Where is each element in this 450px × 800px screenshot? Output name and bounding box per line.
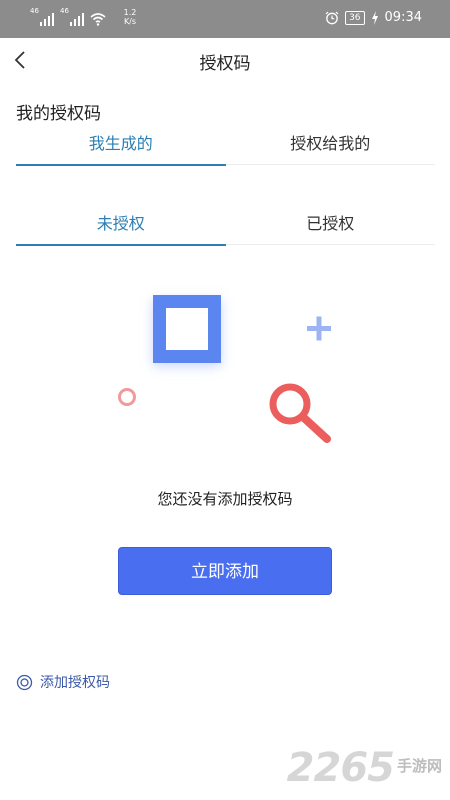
add-code-link-label: 添加授权码 <box>40 675 110 691</box>
app-header: 授权码 <box>0 38 450 82</box>
tab-unauthorized[interactable]: 未授权 <box>16 205 226 246</box>
add-code-link[interactable]: 添加授权码 <box>16 672 110 692</box>
watermark-number: 2265 <box>286 745 395 791</box>
primary-tab-bar: 我生成的 授权给我的 <box>16 125 436 166</box>
wifi-icon <box>90 12 106 26</box>
speed-unit: K/s <box>123 17 137 26</box>
battery-icon: 36 <box>345 10 365 25</box>
tab-generated-by-me[interactable]: 我生成的 <box>16 125 226 166</box>
empty-state-illustration <box>118 295 331 443</box>
status-bar-left: 46 46 1.2 K/s <box>30 8 142 26</box>
tab-authorized-to-me[interactable]: 授权给我的 <box>226 125 436 164</box>
small-circle-icon <box>118 388 136 406</box>
status-bar: 46 46 1.2 K/s 36 09:34 <box>0 0 450 38</box>
secondary-tab-bar: 未授权 已授权 <box>16 205 436 246</box>
charging-icon <box>371 10 378 25</box>
watermark-logo: 2265 手游网 <box>287 748 442 788</box>
tab-authorized[interactable]: 已授权 <box>226 205 436 244</box>
signal-label: 46 <box>60 7 69 15</box>
plus-icon <box>307 316 331 341</box>
alarm-icon <box>325 11 339 24</box>
watermark-text: 手游网 <box>396 757 442 775</box>
empty-state-message: 您还没有添加授权码 <box>157 490 293 508</box>
signal-label: 46 <box>30 7 39 15</box>
square-icon <box>153 295 221 366</box>
status-bar-right: 36 09:34 <box>325 10 422 25</box>
add-now-button[interactable]: 立即添加 <box>118 547 332 595</box>
cell-signal-icon: 46 <box>30 8 54 26</box>
add-circle-icon <box>16 674 33 690</box>
cell-signal-icon: 46 <box>60 8 84 26</box>
section-title: 我的授权码 <box>16 104 101 124</box>
magnifier-icon <box>269 383 331 443</box>
network-speed: 1.2 K/s <box>118 8 142 26</box>
clock: 09:34 <box>384 10 422 25</box>
speed-value: 1.2 <box>123 8 137 17</box>
page-title: 授权码 <box>199 54 251 74</box>
